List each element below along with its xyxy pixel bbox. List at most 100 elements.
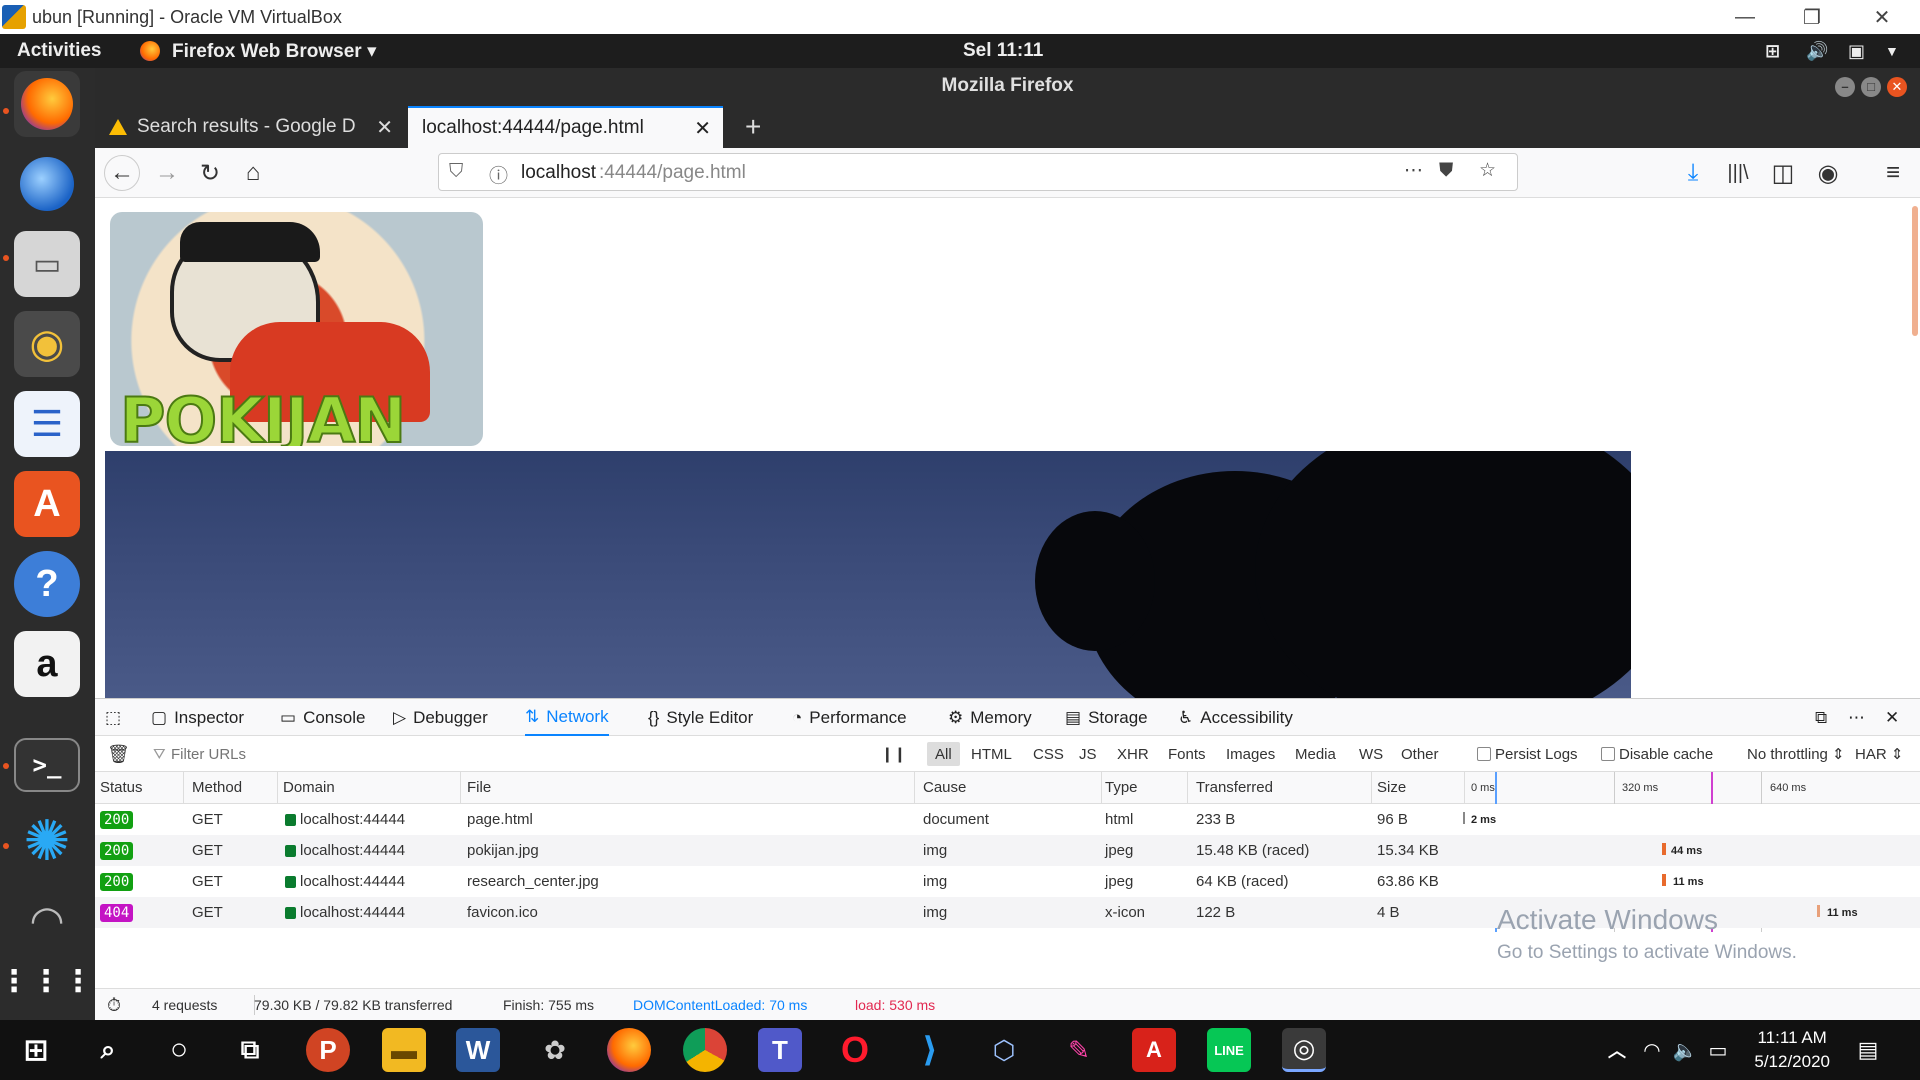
reload-icon[interactable]: ↻	[192, 155, 228, 191]
disable-cache-checkbox[interactable]	[1601, 747, 1615, 761]
firefox-maximize-button[interactable]: □	[1861, 77, 1881, 97]
battery-icon[interactable]: ▣	[1848, 34, 1865, 68]
dock-side-icon[interactable]: ⧉	[1815, 699, 1827, 736]
network-icon[interactable]: ⊞	[1765, 34, 1780, 68]
gnome-clock[interactable]: Sel 11:11	[963, 34, 1043, 68]
ubuntu-software-icon[interactable]: A	[14, 471, 80, 537]
devtools-more-icon[interactable]: ⋯	[1848, 699, 1865, 736]
vbox-restore-button[interactable]: ❐	[1782, 0, 1842, 34]
tab-style-editor[interactable]: {} Style Editor	[648, 699, 753, 736]
persist-logs-checkbox[interactable]	[1477, 747, 1491, 761]
firefox-taskbar-icon[interactable]	[607, 1028, 651, 1072]
tab-google-drive[interactable]: Search results - Google D ✕	[95, 106, 405, 148]
volume-icon[interactable]: 🔊	[1806, 34, 1828, 68]
account-icon[interactable]: ◉	[1810, 155, 1846, 191]
filter-ws-button[interactable]: WS	[1359, 736, 1383, 772]
vbox-minimize-button[interactable]: —	[1715, 0, 1775, 34]
menu-hamburger-icon[interactable]: ≡	[1875, 155, 1911, 191]
pause-icon[interactable]: ❙❙	[881, 736, 906, 772]
system-menu-chevron-down-icon[interactable]: ▼	[1885, 34, 1899, 68]
url-host[interactable]: localhost	[521, 162, 596, 184]
thunderbird-icon[interactable]	[14, 151, 80, 217]
terminal-icon[interactable]: >_	[14, 738, 80, 792]
table-row[interactable]: 200 GET localhost:44444 research_center.…	[95, 866, 1920, 897]
firefox-close-button[interactable]: ✕	[1887, 77, 1907, 97]
tab-debugger[interactable]: ▷ Debugger	[393, 699, 488, 736]
files-icon[interactable]: ▭	[14, 231, 80, 297]
filter-xhr-button[interactable]: XHR	[1117, 736, 1149, 772]
vscode-icon[interactable]: ✺	[14, 808, 80, 874]
url-path[interactable]: :44444/page.html	[599, 162, 746, 184]
paint-icon[interactable]: ✎	[1057, 1028, 1101, 1072]
filter-fonts-button[interactable]: Fonts	[1168, 736, 1206, 772]
tab-console[interactable]: ▭ Console	[280, 699, 365, 736]
trash-icon[interactable]: 🗑	[107, 736, 130, 772]
filter-other-button[interactable]: Other	[1401, 736, 1439, 772]
virtualbox-taskbar-icon[interactable]: ⬡	[982, 1028, 1026, 1072]
new-tab-button[interactable]: +	[731, 106, 771, 148]
teams-icon[interactable]: T	[758, 1028, 802, 1072]
chrome-icon[interactable]	[683, 1028, 727, 1072]
rhythmbox-icon[interactable]: ◉	[14, 311, 80, 377]
downloads-icon[interactable]: ⤓	[1675, 155, 1711, 191]
element-picker-icon[interactable]: ⬚	[105, 699, 121, 736]
col-type[interactable]: Type	[1105, 772, 1138, 803]
activities-button[interactable]: Activities	[17, 34, 101, 68]
table-row[interactable]: 200 GET localhost:44444 page.html docume…	[95, 804, 1920, 835]
firefox-minimize-button[interactable]: –	[1835, 77, 1855, 97]
home-icon[interactable]: ⌂	[235, 155, 271, 191]
tab-close-icon[interactable]: ✕	[376, 115, 393, 140]
back-arrow-icon[interactable]: ←	[104, 155, 140, 191]
amazon-icon[interactable]: a	[14, 631, 80, 697]
col-cause[interactable]: Cause	[923, 772, 966, 803]
bookmark-star-icon[interactable]: ☆	[1479, 159, 1496, 182]
battery-taskbar-icon[interactable]: ▭	[1696, 1028, 1740, 1072]
file-explorer-icon[interactable]: ▬	[382, 1028, 426, 1072]
tab-inspector[interactable]: ▢ Inspector	[151, 699, 244, 736]
col-file[interactable]: File	[467, 772, 491, 803]
pocket-icon[interactable]: ⛊	[1439, 160, 1453, 182]
col-size[interactable]: Size	[1377, 772, 1406, 803]
app-menu[interactable]: Firefox Web Browser ▾	[172, 34, 377, 68]
disable-cache-label[interactable]: Disable cache	[1619, 736, 1713, 772]
forward-arrow-icon[interactable]: →	[149, 155, 185, 191]
library-icon[interactable]: |||\	[1720, 155, 1756, 191]
filter-html-button[interactable]: HTML	[971, 736, 1012, 772]
acrobat-icon[interactable]: A	[1132, 1028, 1176, 1072]
vscode-taskbar-icon[interactable]: ⟩	[908, 1028, 952, 1072]
filter-media-button[interactable]: Media	[1295, 736, 1336, 772]
vbox-close-button[interactable]: ✕	[1852, 0, 1912, 34]
persist-logs-label[interactable]: Persist Logs	[1495, 736, 1578, 772]
devtools-close-icon[interactable]: ✕	[1885, 699, 1899, 736]
page-actions-icon[interactable]: ⋯	[1404, 159, 1423, 182]
table-row[interactable]: 200 GET localhost:44444 pokijan.jpg img …	[95, 835, 1920, 866]
powerpoint-icon[interactable]: P	[306, 1028, 350, 1072]
tab-memory[interactable]: ⚙ Memory	[948, 699, 1032, 736]
tab-storage[interactable]: ▤ Storage	[1065, 699, 1148, 736]
notifications-icon[interactable]: ▤	[1846, 1028, 1890, 1072]
col-domain[interactable]: Domain	[283, 772, 335, 803]
tab-close-icon[interactable]: ✕	[694, 116, 711, 141]
windows-start-icon[interactable]: ⊞	[14, 1028, 58, 1072]
line-icon[interactable]: LINE	[1207, 1028, 1251, 1072]
info-icon[interactable]: ⓘ	[489, 161, 508, 188]
filter-js-button[interactable]: JS	[1079, 736, 1097, 772]
taskbar-clock[interactable]: 11:11 AM 5/12/2020	[1754, 1026, 1830, 1074]
word-icon[interactable]: W	[456, 1028, 500, 1072]
filter-css-button[interactable]: CSS	[1033, 736, 1064, 772]
sidebar-icon[interactable]: ◫	[1765, 155, 1801, 191]
search-icon[interactable]: ⌕	[86, 1028, 130, 1072]
tab-network[interactable]: ⇅ Network	[525, 699, 609, 736]
tab-accessibility[interactable]: ♿ Accessibility	[1178, 699, 1293, 736]
firefox-icon[interactable]	[14, 71, 80, 137]
shield-icon[interactable]: ⛉	[449, 161, 463, 183]
performance-analysis-icon[interactable]: ⏱	[107, 989, 121, 1021]
col-status[interactable]: Status	[100, 772, 143, 803]
photoscape-icon[interactable]: ✿	[533, 1028, 577, 1072]
tab-performance[interactable]: ◔ Performance	[792, 699, 907, 736]
har-menu[interactable]: HAR ⇕	[1855, 736, 1903, 772]
cortana-icon[interactable]: ○	[157, 1028, 201, 1072]
task-view-icon[interactable]: ⧉	[228, 1028, 272, 1072]
obs-icon[interactable]: ◎	[1282, 1028, 1326, 1072]
col-method[interactable]: Method	[192, 772, 242, 803]
